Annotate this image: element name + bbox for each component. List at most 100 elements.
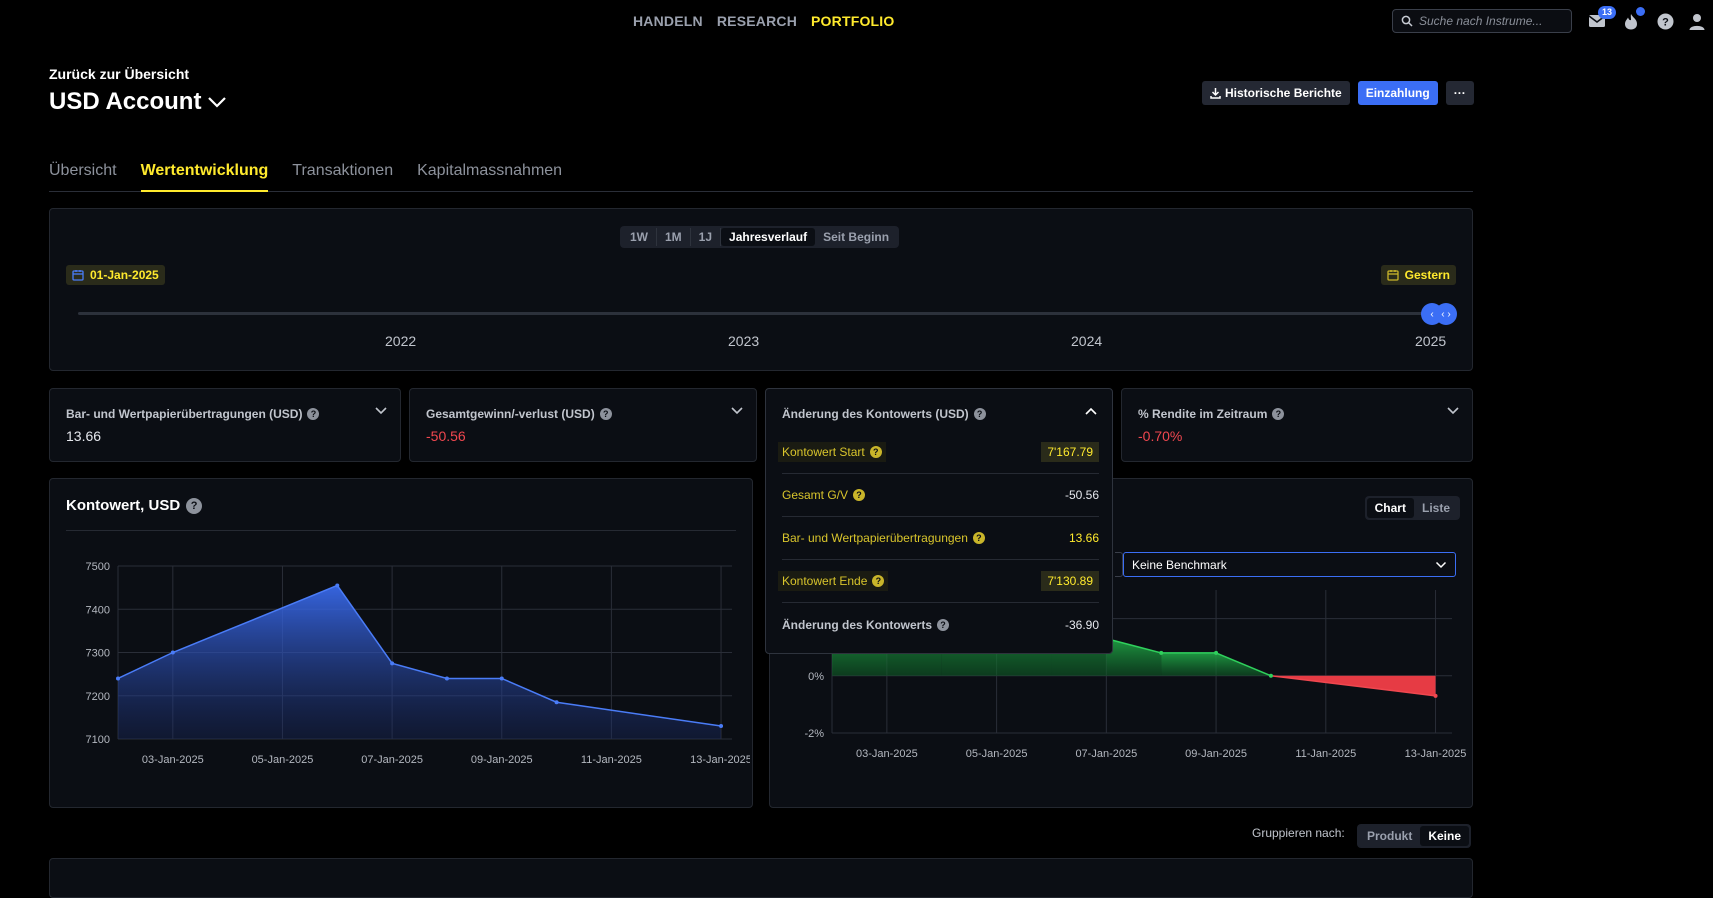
help-icon[interactable]: ?: [853, 489, 866, 501]
kpi-transfers-card[interactable]: Bar- und Wertpapierübertragungen (USD)? …: [49, 388, 401, 462]
comparison-select[interactable]: [1115, 552, 1123, 577]
popup-row-start-value: Kontowert Start? 7'167.79: [778, 431, 1099, 474]
nav-research[interactable]: RESEARCH: [717, 13, 797, 29]
x-tick-label: 05-Jan-2025: [966, 748, 1028, 760]
user-icon: [1689, 13, 1705, 30]
help-icon[interactable]: ?: [599, 408, 612, 420]
activity-button[interactable]: [1620, 7, 1645, 32]
tab-performance[interactable]: Wertentwicklung: [140, 162, 269, 192]
period-selector: 1W 1M 1J Jahresverlauf Seit Beginn: [620, 226, 900, 248]
help-icon[interactable]: ?: [307, 408, 320, 420]
tab-corporate-actions[interactable]: Kapitalmassnahmen: [417, 162, 562, 192]
chart-title: Kontowert, USD?: [66, 497, 203, 514]
total-pnl-value: -50.56: [1064, 488, 1099, 502]
chevron-down-icon[interactable]: [374, 406, 388, 416]
chevron-down-icon: [1435, 561, 1447, 568]
tab-overview[interactable]: Übersicht: [49, 162, 117, 192]
group-by-product[interactable]: Produkt: [1359, 826, 1420, 846]
x-tick-label: 11-Jan-2025: [581, 754, 642, 766]
kpi-pnl-card[interactable]: Gesamtgewinn/-verlust (USD)? -50.56: [409, 388, 757, 462]
start-date-chip[interactable]: 01-Jan-2025: [66, 265, 165, 285]
period-range-panel: 1W 1M 1J Jahresverlauf Seit Beginn 01-Ja…: [49, 208, 1473, 371]
deposit-label: Einzahlung: [1365, 86, 1430, 100]
row-label: Gesamt G/V?: [782, 488, 866, 502]
account-tabs: Übersicht Wertentwicklung Transaktionen …: [49, 162, 1473, 192]
benchmark-value: Keine Benchmark: [1132, 557, 1227, 572]
period-1m[interactable]: 1M: [657, 228, 691, 246]
help-icon[interactable]: ?: [973, 408, 986, 420]
period-since-start[interactable]: Seit Beginn: [815, 228, 897, 246]
historical-reports-button[interactable]: Historische Berichte: [1202, 81, 1350, 105]
deposit-button[interactable]: Einzahlung: [1357, 81, 1438, 105]
search-box[interactable]: [1392, 9, 1572, 33]
benchmark-select[interactable]: Keine Benchmark: [1123, 552, 1456, 577]
data-point: [719, 724, 724, 729]
range-slider-track[interactable]: [78, 312, 1438, 315]
view-list-option[interactable]: Liste: [1414, 498, 1458, 518]
data-point: [554, 700, 559, 705]
period-ytd[interactable]: Jahresverlauf: [721, 228, 816, 246]
chevron-up-icon[interactable]: [1084, 406, 1098, 416]
x-tick-label: 11-Jan-2025: [1295, 748, 1356, 760]
chevron-left-icon: ‹: [1430, 308, 1434, 320]
x-tick-label: 13-Jan-2025: [1405, 748, 1467, 760]
period-1w[interactable]: 1W: [622, 228, 657, 246]
year-label: 2022: [385, 333, 417, 349]
mail-button[interactable]: 13: [1586, 6, 1617, 32]
calendar-icon: [1386, 270, 1399, 281]
end-date-chip[interactable]: Gestern: [1380, 265, 1456, 285]
help-icon[interactable]: ?: [937, 618, 950, 631]
main-nav-links: HANDELN RESEARCH PORTFOLIO: [633, 13, 894, 29]
historical-reports-label: Historische Berichte: [1225, 86, 1342, 100]
help-button[interactable]: ?: [1654, 10, 1676, 32]
x-tick-label: 09-Jan-2025: [1185, 748, 1247, 760]
data-point: [499, 676, 504, 681]
y-tick-label: 7100: [86, 734, 110, 746]
end-value: 7'130.89: [1041, 571, 1099, 591]
transfers-value: 13.66: [1068, 531, 1099, 545]
top-nav: HANDELN RESEARCH PORTFOLIO 13 ?: [0, 0, 1713, 44]
help-icon[interactable]: ?: [972, 532, 985, 544]
x-tick-label: 03-Jan-2025: [142, 754, 204, 766]
transfers-label: Bar- und Wertpapierübertragungen: [782, 531, 968, 545]
kpi-return-label: % Rendite im Zeitraum: [1138, 407, 1268, 421]
view-chart-option[interactable]: Chart: [1366, 498, 1414, 518]
popup-row-total-pnl: Gesamt G/V? -50.56: [782, 474, 1099, 517]
nav-portfolio[interactable]: PORTFOLIO: [811, 13, 894, 29]
x-tick-label: 03-Jan-2025: [856, 748, 918, 760]
help-icon[interactable]: ?: [186, 497, 203, 514]
positive-area: [1161, 652, 1217, 676]
back-to-overview-link[interactable]: Zurück zur Übersicht: [49, 66, 189, 82]
help-icon[interactable]: ?: [872, 575, 885, 587]
start-value-label: Kontowert Start: [782, 445, 865, 459]
help-icon[interactable]: ?: [1272, 408, 1285, 420]
search-input[interactable]: [1419, 14, 1559, 28]
group-by-none[interactable]: Keine: [1420, 826, 1470, 846]
account-value-title: Kontowert, USD: [66, 497, 181, 514]
calendar-icon: [72, 270, 84, 281]
user-button[interactable]: [1686, 10, 1708, 32]
chevron-down-icon[interactable]: [730, 406, 744, 416]
tab-transactions[interactable]: Transaktionen: [292, 162, 393, 192]
period-1j[interactable]: 1J: [691, 228, 722, 246]
more-options-button[interactable]: ···: [1445, 81, 1474, 105]
y-tick-label: 7500: [86, 561, 110, 573]
account-value-chart-panel: Kontowert, USD? 7100 7200 7300 7400 7500 03-J…: [49, 478, 753, 808]
nav-handeln[interactable]: HANDELN: [633, 13, 703, 29]
flame-icon: [1625, 13, 1637, 29]
y-tick-label: 7200: [86, 691, 110, 703]
y-tick-label: -2%: [804, 728, 824, 740]
download-icon: [1210, 88, 1221, 99]
y-tick-label: 7300: [86, 648, 110, 660]
account-selector[interactable]: USD Account: [49, 88, 227, 116]
data-point: [1214, 650, 1219, 655]
group-by-toggle: Produkt Keine: [1357, 824, 1472, 848]
chevron-down-icon[interactable]: [1446, 406, 1460, 416]
kpi-return-card[interactable]: % Rendite im Zeitraum? -0.70%: [1121, 388, 1473, 462]
divider: [66, 530, 736, 531]
chart-view-toggle: Chart Liste: [1364, 496, 1460, 520]
range-end-handle[interactable]: ‹ ›: [1435, 303, 1457, 325]
x-tick-label: 07-Jan-2025: [361, 754, 423, 766]
year-label: 2023: [728, 333, 760, 349]
help-icon[interactable]: ?: [869, 446, 882, 458]
